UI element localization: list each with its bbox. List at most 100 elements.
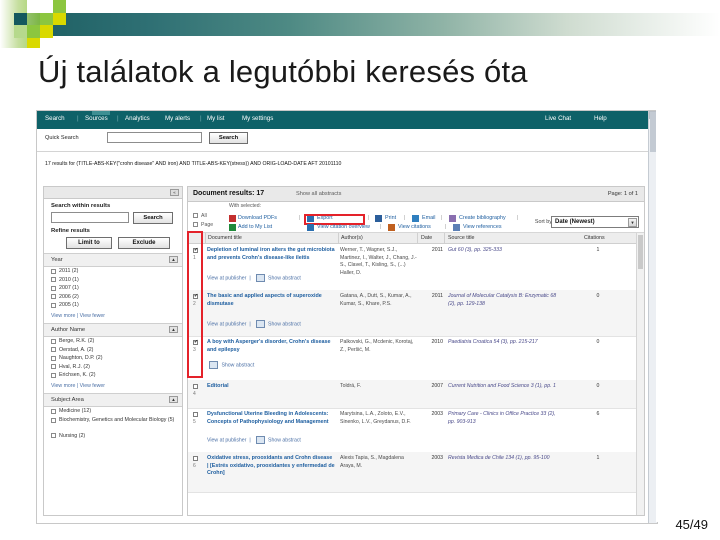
facet-label[interactable]: Biochemistry, Genetics and Molecular Bio… bbox=[59, 417, 174, 423]
nav-item-my-list[interactable]: My list bbox=[207, 115, 225, 122]
show-abstract-link[interactable]: Show abstract bbox=[268, 437, 301, 443]
show-abstract-link[interactable]: Show abstract bbox=[268, 321, 301, 327]
print-button[interactable]: Print bbox=[385, 215, 396, 221]
checkbox[interactable] bbox=[51, 302, 56, 308]
facet-label[interactable]: Nursing (2) bbox=[59, 433, 85, 439]
facet-label[interactable]: 2007 (1) bbox=[59, 285, 79, 291]
collapse-icon[interactable]: « bbox=[170, 189, 179, 196]
view-at-publisher-link[interactable]: View at publisher bbox=[207, 437, 246, 443]
row-title[interactable]: Depletion of luminal iron alters the gut… bbox=[207, 247, 335, 262]
facet-label[interactable]: 2010 (1) bbox=[59, 277, 79, 283]
row-title[interactable]: The basic and applied aspects of superox… bbox=[207, 293, 335, 308]
row-citations[interactable]: 0 bbox=[583, 293, 613, 299]
table-row[interactable]: 1 Depletion of luminal iron alters the g… bbox=[188, 244, 644, 291]
facet-group-subject-label: Subject Area bbox=[51, 397, 84, 403]
facet-label[interactable]: Medicine (12) bbox=[59, 408, 91, 414]
download-pdfs-button[interactable]: Download PDFs bbox=[238, 215, 277, 221]
checkbox[interactable] bbox=[51, 277, 56, 282]
facet-group-author-header[interactable]: Author Name ▲ bbox=[44, 323, 182, 337]
checkbox[interactable] bbox=[51, 408, 56, 414]
checkbox[interactable] bbox=[51, 355, 56, 361]
show-all-abstracts-link[interactable]: Show all abstracts bbox=[296, 191, 341, 197]
facet-label[interactable]: 2005 (1) bbox=[59, 302, 79, 308]
exclude-button[interactable]: Exclude bbox=[118, 237, 170, 249]
toggle-icon[interactable]: ▲ bbox=[169, 326, 178, 333]
table-row[interactable]: 2 The basic and applied aspects of super… bbox=[188, 290, 644, 337]
checkbox[interactable] bbox=[51, 338, 56, 344]
checkbox[interactable] bbox=[51, 294, 56, 299]
results-scrollbar[interactable] bbox=[636, 233, 644, 515]
view-at-publisher-link[interactable]: View at publisher bbox=[207, 321, 246, 327]
checkbox[interactable] bbox=[51, 433, 56, 438]
row-citations[interactable]: 0 bbox=[583, 339, 613, 345]
facet-label[interactable]: 2011 (2) bbox=[59, 268, 78, 274]
nav-item-live-chat[interactable]: Live Chat bbox=[545, 115, 571, 122]
row-source: Primary Care - Clinics in Office Practic… bbox=[448, 411, 556, 425]
checkbox[interactable] bbox=[51, 364, 56, 369]
logo-square-green-2 bbox=[53, 0, 66, 13]
facet-label[interactable]: Erichsen, K. (2) bbox=[59, 372, 96, 378]
nav-item-search[interactable]: Search bbox=[45, 115, 65, 122]
create-bibliography-button[interactable]: Create bibliography bbox=[459, 215, 506, 221]
row-checkbox[interactable] bbox=[193, 412, 198, 417]
view-more-link[interactable]: View more bbox=[51, 383, 75, 389]
checkbox[interactable] bbox=[51, 417, 56, 423]
table-row[interactable]: 6 Oxidative stress, prooxidants and Croh… bbox=[188, 452, 644, 493]
toggle-icon[interactable]: ▲ bbox=[169, 396, 178, 403]
nav-item-analytics[interactable]: Analytics bbox=[125, 115, 150, 122]
view-more-link[interactable]: View more bbox=[51, 313, 75, 319]
table-row[interactable]: 3 A boy with Asperger's disorder, Crohn'… bbox=[188, 336, 644, 381]
row-title[interactable]: Oxidative stress, prooxidants and Crohn … bbox=[207, 455, 335, 478]
chevron-down-icon[interactable]: ▾ bbox=[628, 218, 637, 227]
select-all-row[interactable]: All bbox=[193, 213, 207, 219]
view-citations-button[interactable]: View citations bbox=[398, 224, 431, 230]
facet-group-subject-header[interactable]: Subject Area ▲ bbox=[44, 393, 182, 407]
checkbox[interactable] bbox=[51, 268, 56, 274]
nav-item-sources[interactable]: Sources bbox=[85, 115, 108, 122]
row-checkbox[interactable] bbox=[193, 384, 198, 389]
view-fewer-link[interactable]: View fewer bbox=[80, 383, 105, 389]
results-scrollbar-thumb[interactable] bbox=[638, 235, 643, 269]
row-citations[interactable]: 1 bbox=[583, 455, 613, 461]
table-row[interactable]: 4 Editorial Toldrá, F. 2007 Current Nutr… bbox=[188, 380, 644, 409]
limit-to-button[interactable]: Limit to bbox=[66, 237, 112, 249]
checkbox[interactable] bbox=[51, 347, 56, 352]
row-title[interactable]: A boy with Asperger's disorder, Crohn's … bbox=[207, 339, 335, 354]
row-title[interactable]: Editorial bbox=[207, 383, 335, 391]
checkbox[interactable] bbox=[193, 213, 198, 219]
row-citations[interactable]: 6 bbox=[583, 411, 613, 417]
show-abstract-link[interactable]: Show abstract bbox=[221, 362, 254, 368]
row-citations[interactable]: 0 bbox=[583, 383, 613, 389]
facet-label[interactable]: Oerstad, A. (2) bbox=[59, 347, 93, 353]
facet-label[interactable]: 2006 (2) bbox=[59, 294, 79, 300]
nav-item-help[interactable]: Help bbox=[594, 115, 607, 122]
checkbox[interactable] bbox=[51, 285, 56, 291]
view-fewer-link[interactable]: View fewer bbox=[80, 313, 105, 319]
facet-label[interactable]: Hval, R.J. (2) bbox=[59, 364, 90, 370]
show-abstract-link[interactable]: Show abstract bbox=[268, 275, 301, 281]
add-to-my-list-button[interactable]: Add to My List bbox=[238, 224, 272, 230]
view-references-button[interactable]: View references bbox=[463, 224, 502, 230]
nav-item-my-alerts[interactable]: My alerts bbox=[165, 115, 190, 122]
row-citations[interactable]: 1 bbox=[583, 247, 613, 253]
sort-by-select[interactable]: Date (Newest) ▾ bbox=[551, 216, 639, 228]
toggle-icon[interactable]: ▲ bbox=[169, 256, 178, 263]
facet-label[interactable]: Berge, R.K. (2) bbox=[59, 338, 94, 344]
row-checkbox[interactable] bbox=[193, 456, 198, 461]
slide-right-margin bbox=[656, 110, 720, 522]
view-at-publisher-link[interactable]: View at publisher bbox=[207, 275, 246, 281]
checkbox[interactable] bbox=[193, 222, 198, 228]
email-button[interactable]: Email bbox=[422, 215, 435, 221]
quick-search-button[interactable]: Search bbox=[209, 132, 248, 144]
select-page-row[interactable]: Page bbox=[193, 222, 213, 228]
table-row[interactable]: 5 Dysfunctional Uterine Bleeding in Adol… bbox=[188, 408, 644, 453]
facet-group-year-header[interactable]: Year ▲ bbox=[44, 253, 182, 267]
search-within-results-button[interactable]: Search bbox=[133, 212, 173, 224]
checkbox[interactable] bbox=[51, 372, 56, 378]
quick-search-input[interactable] bbox=[107, 132, 202, 143]
search-within-results-input[interactable] bbox=[51, 212, 129, 223]
nav-item-my-settings[interactable]: My settings bbox=[242, 115, 273, 122]
view-citation-overview-button[interactable]: View citation overview bbox=[317, 224, 370, 230]
facet-label[interactable]: Naughton, D.P. (2) bbox=[59, 355, 102, 361]
row-title[interactable]: Dysfunctional Uterine Bleeding in Adoles… bbox=[207, 411, 335, 426]
